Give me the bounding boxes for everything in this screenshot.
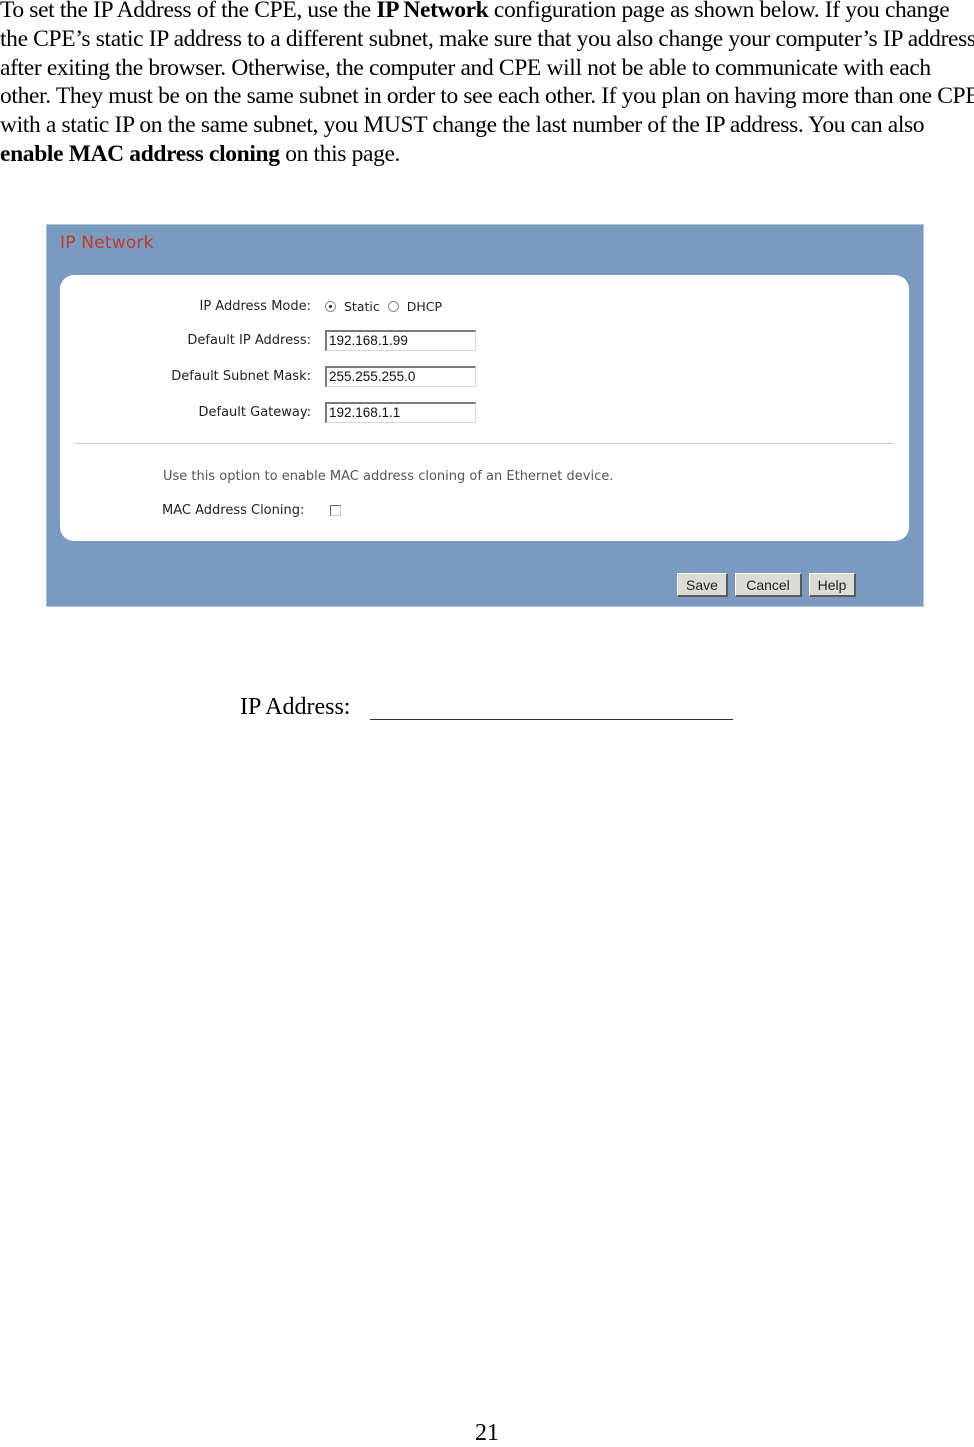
default-ip-row: Default IP Address: xyxy=(60,328,909,352)
ip-mode-row: IP Address Mode: Static DHCP xyxy=(60,294,909,318)
subnet-mask-input[interactable] xyxy=(325,365,476,387)
intro-bold-mac-cloning: enable MAC address cloning xyxy=(0,140,280,167)
radio-static-label[interactable]: Static xyxy=(344,299,380,314)
intro-text-3: on this page. xyxy=(279,140,401,167)
default-ip-label: Default IP Address: xyxy=(187,332,311,348)
mac-cloning-label: MAC Address Cloning: xyxy=(162,503,305,518)
subnet-mask-row: Default Subnet Mask: xyxy=(60,364,909,388)
ip-mode-label: IP Address Mode: xyxy=(199,298,311,314)
mac-cloning-checkbox[interactable] xyxy=(330,505,341,516)
help-button[interactable]: Help xyxy=(809,573,856,597)
default-ip-input[interactable] xyxy=(325,329,476,351)
intro-text-1: To set the IP Address of the CPE, use th… xyxy=(0,0,377,23)
subnet-mask-label: Default Subnet Mask: xyxy=(171,368,311,384)
mac-cloning-hint: Use this option to enable MAC address cl… xyxy=(163,469,614,484)
cancel-button[interactable]: Cancel xyxy=(735,573,802,597)
ip-address-worksheet-label: IP Address: xyxy=(240,694,351,720)
gateway-input[interactable] xyxy=(325,401,476,423)
panel-title: IP Network xyxy=(60,233,154,253)
intro-paragraph: To set the IP Address of the CPE, use th… xyxy=(0,0,974,169)
settings-card: IP Address Mode: Static DHCP Default IP … xyxy=(60,275,909,541)
gateway-label: Default Gateway: xyxy=(198,404,312,420)
section-divider xyxy=(76,443,893,444)
ip-mode-radio-group: Static DHCP xyxy=(325,299,450,314)
radio-dhcp-label[interactable]: DHCP xyxy=(407,299,442,314)
gateway-row: Default Gateway: xyxy=(60,400,909,424)
ip-network-screenshot: IP Network IP Address Mode: Static DHCP … xyxy=(46,224,924,607)
radio-dhcp[interactable] xyxy=(387,300,399,312)
radio-static[interactable] xyxy=(325,300,336,312)
save-button[interactable]: Save xyxy=(677,573,728,597)
intro-bold-ip-network: IP Network xyxy=(376,0,489,23)
ip-address-blank-line xyxy=(370,719,733,720)
